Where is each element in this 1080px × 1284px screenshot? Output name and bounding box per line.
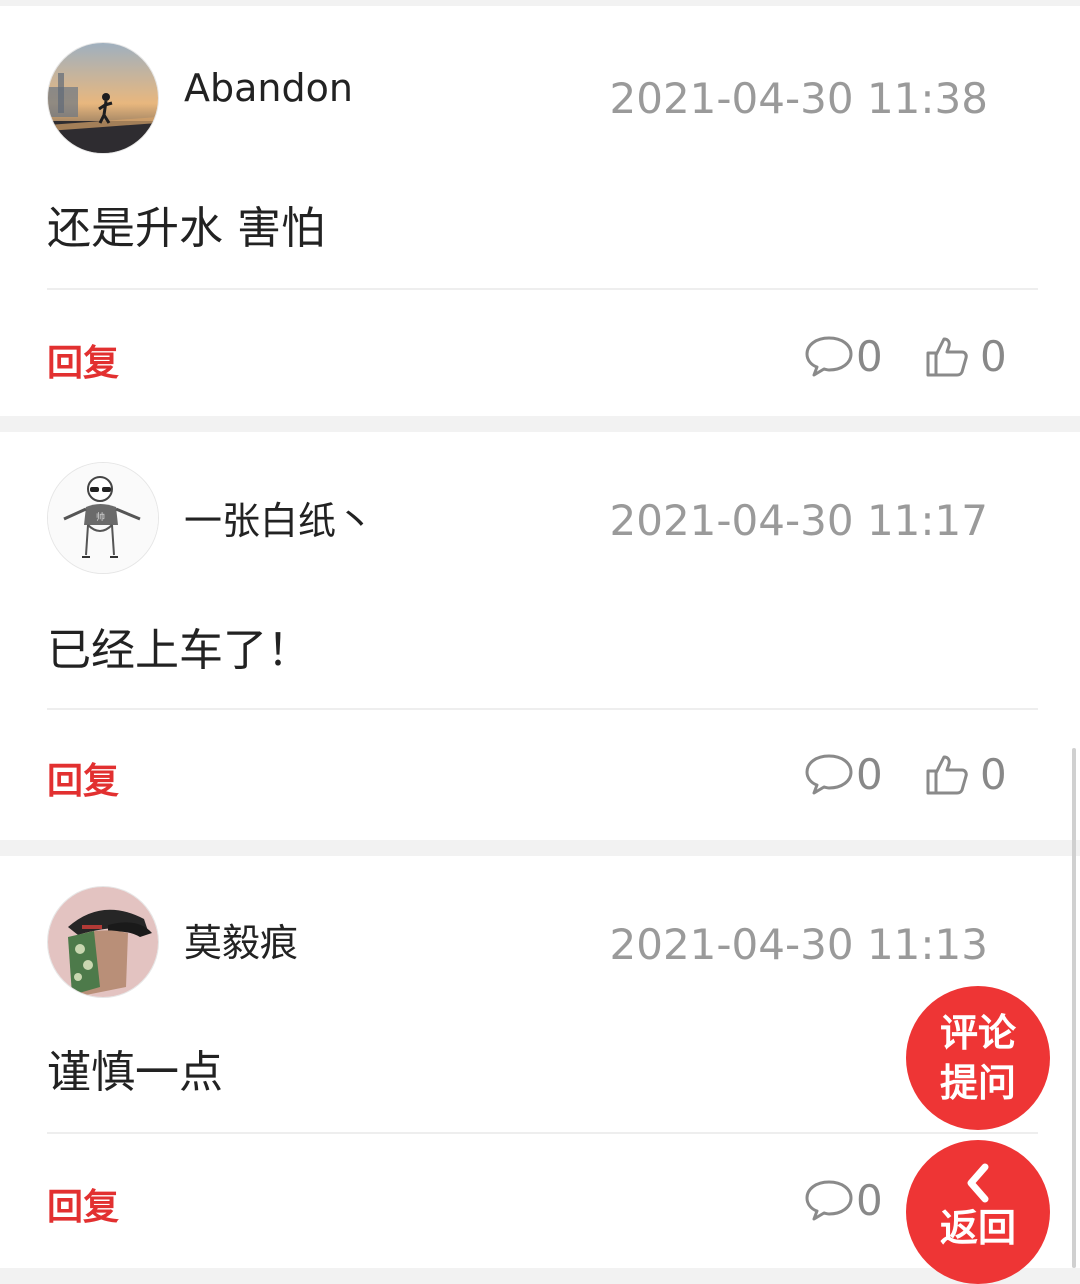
- comment-card: Abandon 2021-04-30 11:38 还是升水 害怕 回复 0 0: [0, 6, 1080, 416]
- comment-ask-button[interactable]: 评论 提问: [906, 986, 1050, 1130]
- avatar[interactable]: 帅: [47, 462, 159, 574]
- comment-ask-label-line1: 评论: [939, 1011, 1016, 1055]
- comment-count-button[interactable]: 0: [804, 332, 922, 381]
- like-button[interactable]: 0: [924, 332, 1007, 381]
- avatar[interactable]: [47, 886, 159, 998]
- comment-count-button[interactable]: 0: [804, 750, 922, 799]
- reply-button[interactable]: 回复: [47, 1178, 119, 1230]
- comment-timestamp: 2021-04-30 11:38: [609, 74, 988, 123]
- chevron-left-icon: [963, 1163, 993, 1203]
- comment-stats: 0 0: [804, 328, 1007, 384]
- divider: [47, 288, 1038, 290]
- comment-timestamp: 2021-04-30 11:17: [609, 496, 988, 545]
- comment-stats: 0 0: [804, 746, 1007, 802]
- comment-count: 0: [856, 749, 883, 799]
- comment-count: 0: [856, 331, 883, 381]
- comment-card: 帅 一张白纸丶 2021-04-30 11:17 已经上车了！ 回复 0 0: [0, 432, 1080, 840]
- scrollbar[interactable]: [1072, 748, 1076, 1268]
- comment-ask-label-line2: 提问: [939, 1061, 1016, 1105]
- reply-button[interactable]: 回复: [47, 334, 119, 386]
- thumbs-up-icon: [924, 333, 970, 379]
- comment-count: 0: [856, 1175, 883, 1225]
- back-button[interactable]: 返回: [906, 1140, 1050, 1284]
- reply-button[interactable]: 回复: [47, 752, 119, 804]
- divider: [47, 1132, 1038, 1134]
- username[interactable]: Abandon: [184, 66, 353, 110]
- username[interactable]: 一张白纸丶: [184, 490, 374, 545]
- like-count: 0: [980, 749, 1007, 799]
- comment-text: 已经上车了！: [47, 625, 311, 676]
- like-button[interactable]: 0: [924, 750, 1007, 799]
- comment-text: 还是升水 害怕: [47, 203, 325, 254]
- divider: [47, 708, 1038, 710]
- speech-bubble-icon: [804, 1178, 854, 1222]
- svg-text:帅: 帅: [96, 511, 105, 523]
- comment-timestamp: 2021-04-30 11:13: [609, 920, 988, 969]
- comment-count-button[interactable]: 0: [804, 1176, 922, 1225]
- like-count: 0: [980, 331, 1007, 381]
- comment-text: 谨慎一点: [47, 1047, 223, 1098]
- username[interactable]: 莫毅痕: [184, 912, 298, 967]
- back-label: 返回: [939, 1206, 1016, 1250]
- thumbs-up-icon: [924, 751, 970, 797]
- avatar[interactable]: [47, 42, 159, 154]
- speech-bubble-icon: [804, 334, 854, 378]
- speech-bubble-icon: [804, 752, 854, 796]
